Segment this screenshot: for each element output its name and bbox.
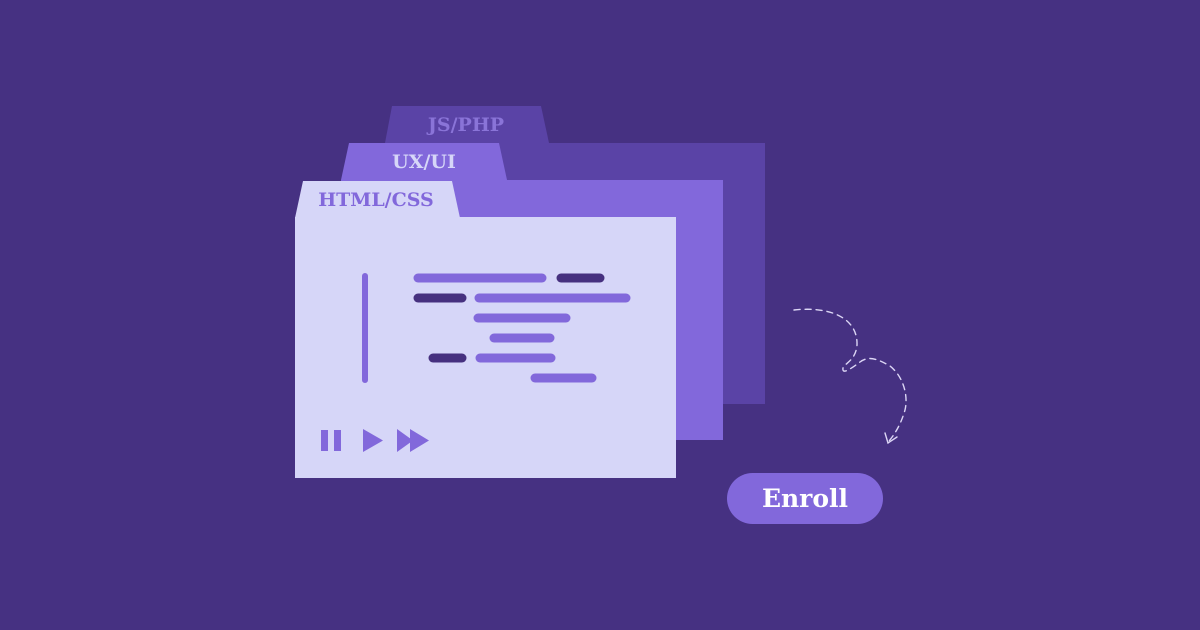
folder-tab-label-ux-ui: UX/UI: [392, 151, 456, 173]
folder-tab-label-js-php: JS/PHP: [426, 114, 504, 136]
folder-tab-label-html-css: HTML/CSS: [318, 189, 434, 211]
enroll-button[interactable]: Enroll: [727, 473, 883, 524]
folder-html-css: HTML/CSS: [295, 181, 676, 478]
folder-body-html-css: [295, 217, 676, 478]
illustration: JS/PHP UX/UI HTML/CSS Enroll: [0, 0, 1200, 630]
enroll-button-label: Enroll: [762, 484, 848, 513]
